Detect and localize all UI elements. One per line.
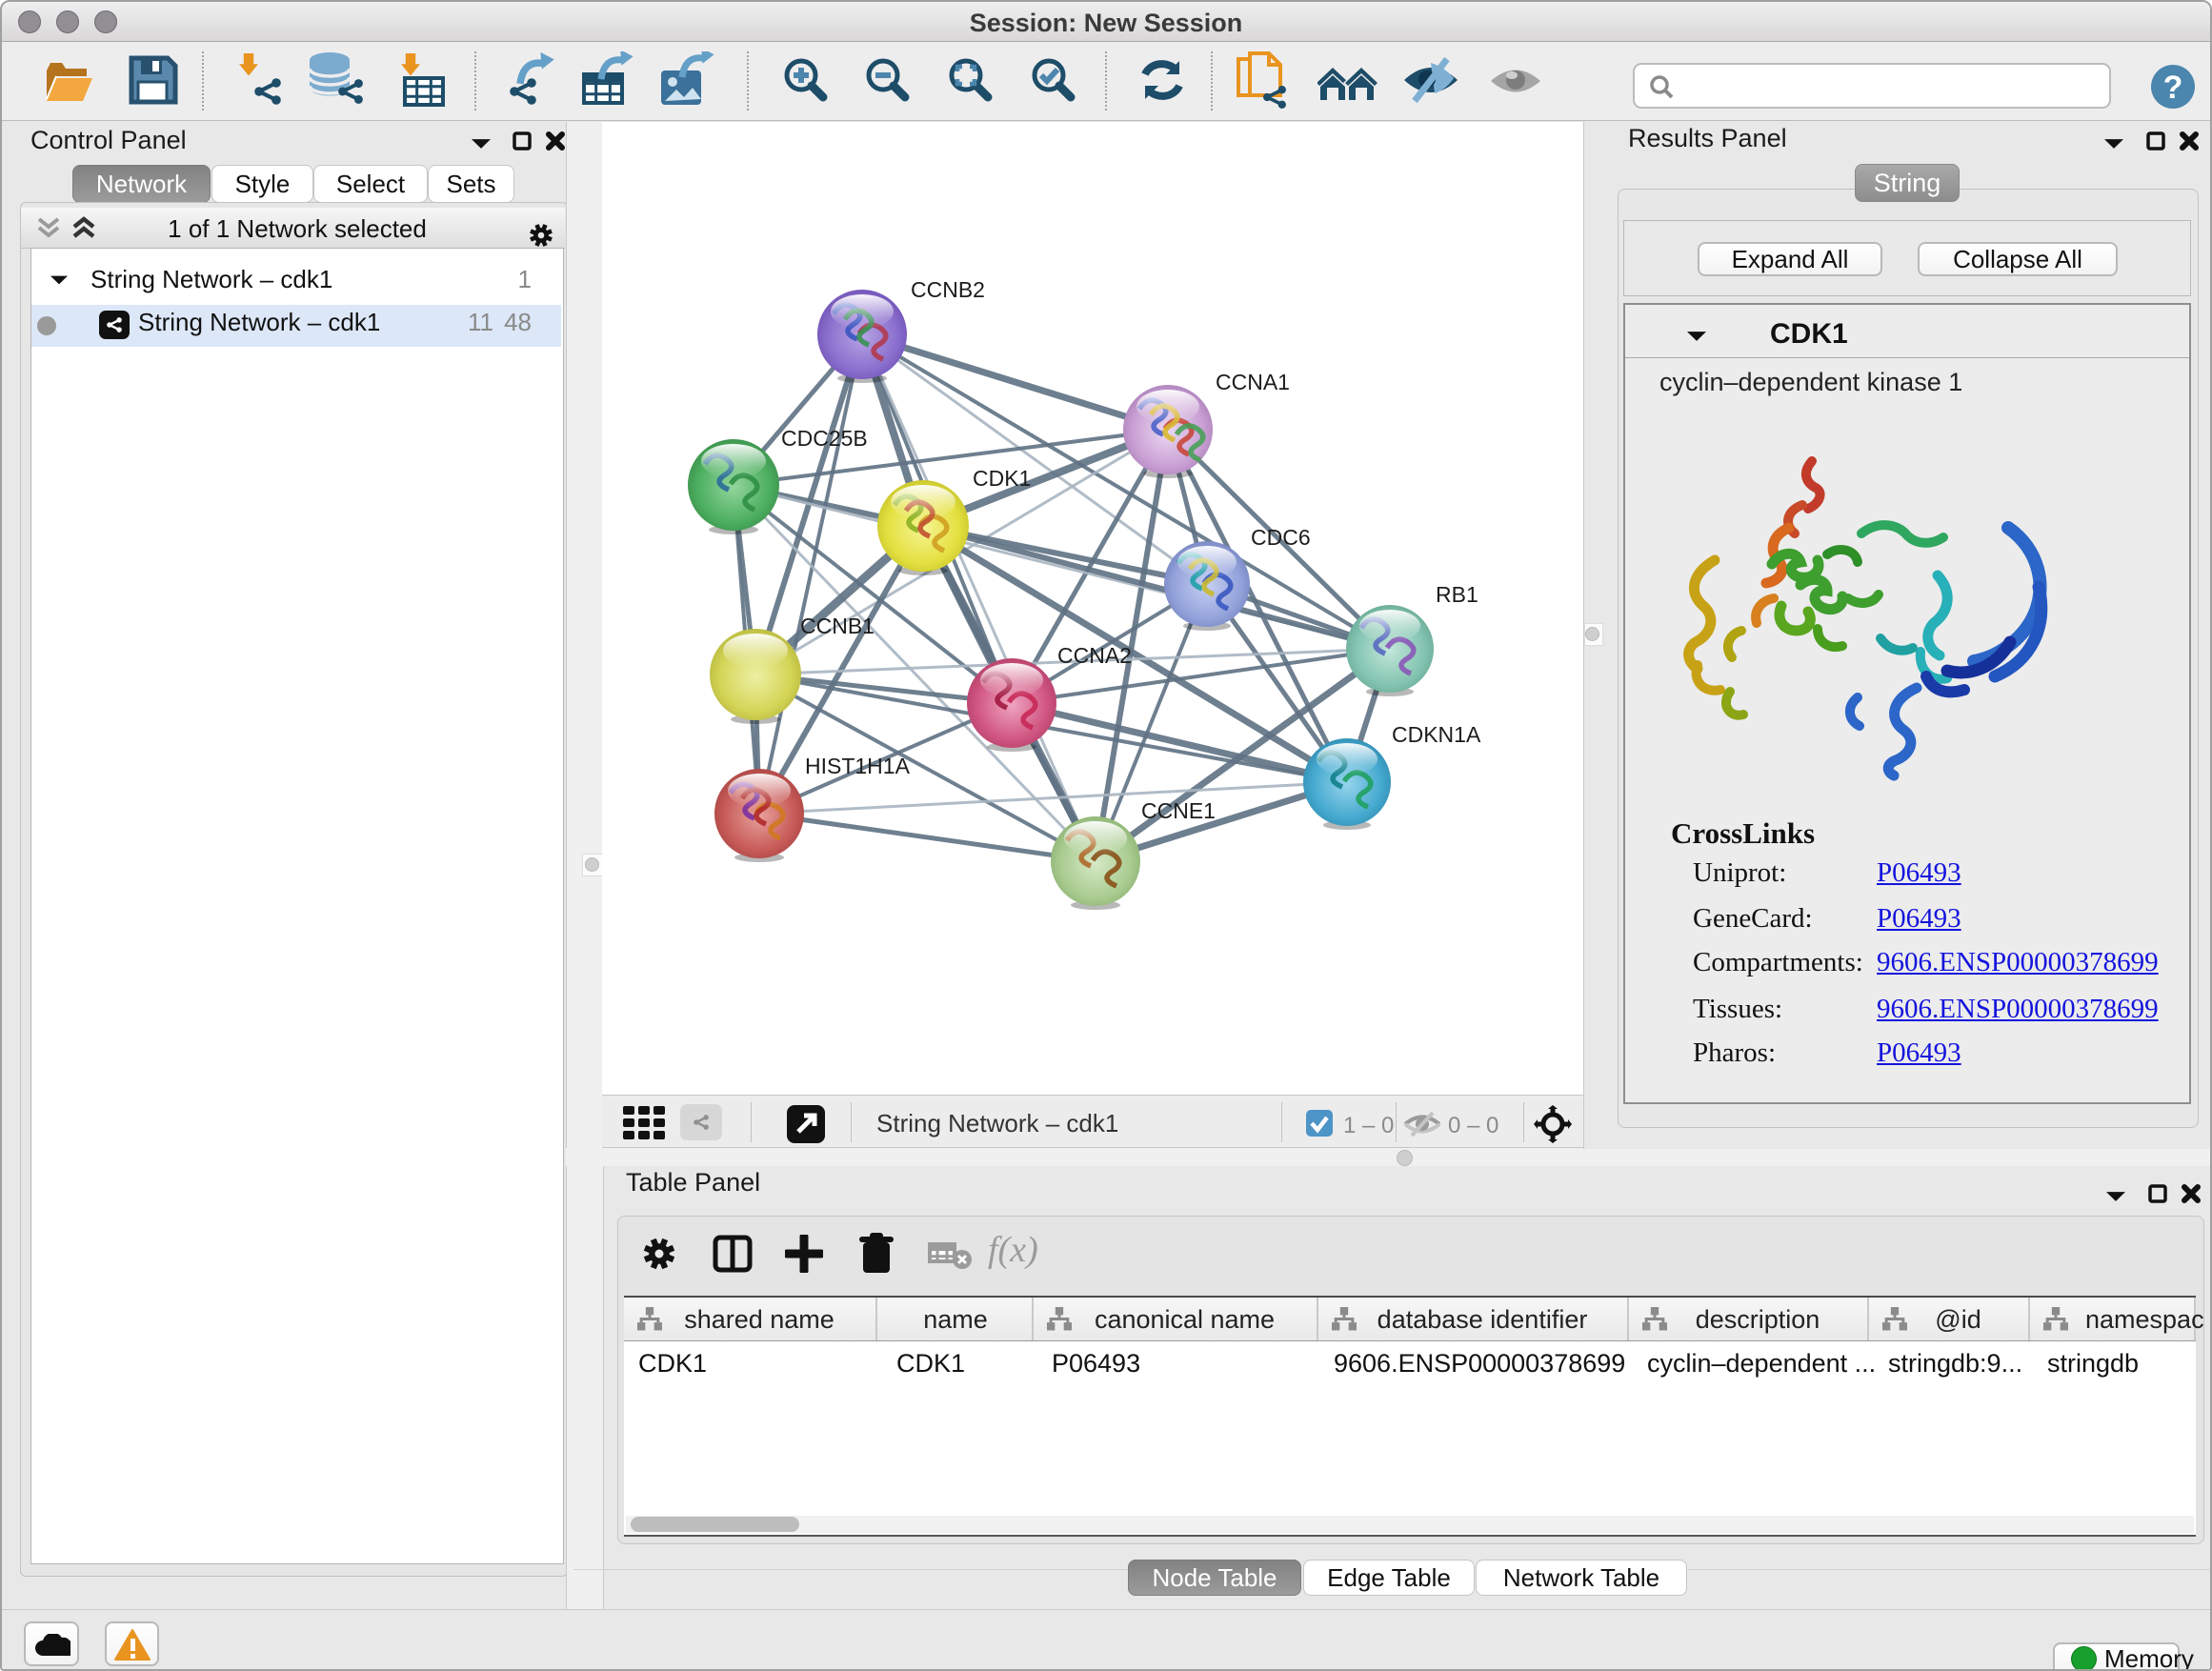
svg-text:RB1: RB1 bbox=[1436, 582, 1478, 607]
svg-text:CCNA2: CCNA2 bbox=[1057, 643, 1132, 668]
svg-text:CCNB2: CCNB2 bbox=[911, 277, 985, 302]
svg-text:CCNE1: CCNE1 bbox=[1141, 798, 1216, 823]
svg-text:CDC25B: CDC25B bbox=[781, 426, 868, 451]
svg-text:CDK1: CDK1 bbox=[973, 466, 1031, 491]
svg-text:CDKN1A: CDKN1A bbox=[1392, 722, 1481, 747]
svg-text:CCNB1: CCNB1 bbox=[800, 614, 875, 638]
svg-text:CCNA1: CCNA1 bbox=[1216, 370, 1290, 394]
svg-text:HIST1H1A: HIST1H1A bbox=[805, 754, 911, 778]
svg-text:CDC6: CDC6 bbox=[1251, 525, 1311, 550]
svg-text:?: ? bbox=[2163, 70, 2183, 106]
